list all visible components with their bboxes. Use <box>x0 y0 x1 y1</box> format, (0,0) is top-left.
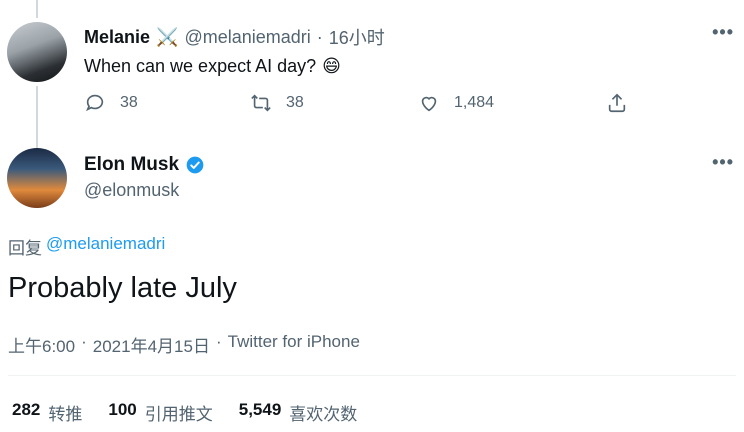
avatar-melanie[interactable] <box>7 22 67 82</box>
retweet-count: 38 <box>286 94 304 111</box>
retweets-stat[interactable]: 282 转推 <box>12 400 82 425</box>
author-name[interactable]: Melanie <box>84 27 150 48</box>
badge-emoji: ⚔️ <box>156 26 179 47</box>
share-icon <box>608 93 626 113</box>
tweet-meta: 上午6:00 · 2021年4月15日 · Twitter for iPhone <box>8 332 360 357</box>
quote-tweets-stat[interactable]: 100 引用推文 <box>108 400 212 425</box>
stat-label: 引用推文 <box>144 405 213 424</box>
author-handle[interactable]: @elonmusk <box>84 180 179 201</box>
thread-line-top <box>36 0 38 18</box>
heart-icon <box>421 96 437 112</box>
stat-label: 转推 <box>48 405 83 424</box>
verified-badge-icon <box>186 156 204 174</box>
reply-action[interactable]: 38 <box>84 92 138 114</box>
retweet-icon <box>251 94 271 112</box>
like-action[interactable]: 1,484 <box>418 92 494 114</box>
separator: · <box>215 332 222 351</box>
more-options-icon[interactable]: ••• <box>712 22 734 43</box>
separator: · <box>81 332 87 351</box>
reply-to-link[interactable]: @melaniemadri <box>46 234 165 259</box>
tweet-date[interactable]: 2021年4月15日 <box>93 332 210 357</box>
share-action[interactable] <box>606 92 628 114</box>
thread-line-connector <box>36 86 38 148</box>
main-tweet-text: Probably late July <box>8 272 237 304</box>
author-handle[interactable]: @melaniemadri <box>184 27 310 48</box>
likes-stat[interactable]: 5,549 喜欢次数 <box>239 400 358 425</box>
tweet-text: When can we expect AI day? <box>84 56 317 76</box>
tweet-stats: 282 转推 100 引用推文 5,549 喜欢次数 <box>12 400 357 425</box>
stat-value: 5,549 <box>238 400 282 419</box>
tweet-source[interactable]: Twitter for iPhone <box>228 332 360 357</box>
reply-prefix: 回复 <box>8 239 42 258</box>
smile-emoji: 😄 <box>322 56 341 76</box>
stat-value: 282 <box>12 400 41 419</box>
author-name[interactable]: Elon Musk <box>84 154 179 176</box>
tweet-time[interactable]: 上午6:00 <box>8 332 75 357</box>
reply-header: Melanie ⚔️ @melaniemadri · 16小时 <box>84 24 385 50</box>
tweet-time[interactable]: 16小时 <box>329 24 385 50</box>
stat-value: 100 <box>108 400 137 419</box>
tweet-actions: 38 38 1,484 <box>84 92 644 122</box>
divider <box>8 375 736 376</box>
retweet-action[interactable]: 38 <box>250 92 304 114</box>
like-count: 1,484 <box>454 94 495 111</box>
main-author-header: Elon Musk <box>84 154 205 176</box>
avatar-elon[interactable] <box>7 148 67 208</box>
reply-count: 38 <box>120 94 138 111</box>
separator: · <box>316 26 323 47</box>
replying-to: 回复 @melaniemadri <box>8 234 165 259</box>
stat-label: 喜欢次数 <box>289 405 358 424</box>
more-options-icon[interactable]: ••• <box>712 152 734 173</box>
reply-icon <box>86 94 104 112</box>
reply-tweet-text: When can we expect AI day? 😄 <box>84 56 341 77</box>
